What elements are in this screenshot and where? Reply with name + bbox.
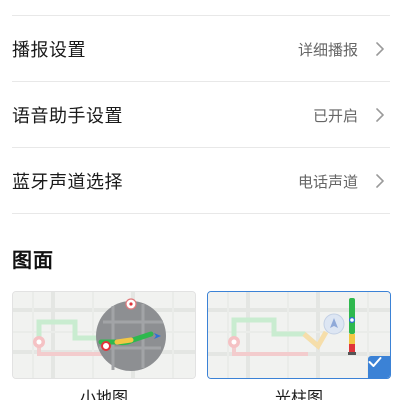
row-divider	[12, 81, 390, 82]
light-bar-red	[349, 344, 355, 352]
settings-row-label: 蓝牙声道选择	[12, 172, 123, 193]
map-option-light-bar[interactable]	[207, 291, 391, 379]
settings-row-bluetooth-channel[interactable]: 蓝牙声道选择 电话声道	[0, 149, 400, 213]
settings-row-label: 语音助手设置	[12, 106, 123, 127]
light-bar-green	[349, 298, 355, 334]
mini-map-circle	[96, 301, 166, 371]
map-section-title: 图面	[12, 248, 54, 272]
top-divider	[12, 15, 390, 16]
row-divider	[12, 147, 390, 148]
chevron-right-icon	[372, 41, 388, 57]
mini-map-preview	[13, 292, 195, 378]
map-option-label: 光柱图	[274, 388, 323, 400]
settings-row-label: 播报设置	[12, 40, 86, 61]
map-option-label: 小地图	[79, 388, 128, 400]
settings-row-value: 已开启	[312, 106, 358, 125]
settings-row-broadcast[interactable]: 播报设置 详细播报	[0, 17, 400, 81]
settings-row-voice-assistant[interactable]: 语音助手设置 已开启	[0, 83, 400, 147]
map-option-mini-map[interactable]	[12, 291, 196, 379]
settings-row-value: 详细播报	[297, 40, 358, 59]
light-bar-yellow	[349, 334, 355, 344]
row-divider	[12, 213, 390, 214]
chevron-right-icon	[372, 173, 388, 189]
chevron-right-icon	[372, 107, 388, 123]
check-icon	[368, 356, 390, 378]
light-bar-preview	[208, 292, 390, 378]
settings-row-value: 电话声道	[297, 172, 358, 191]
